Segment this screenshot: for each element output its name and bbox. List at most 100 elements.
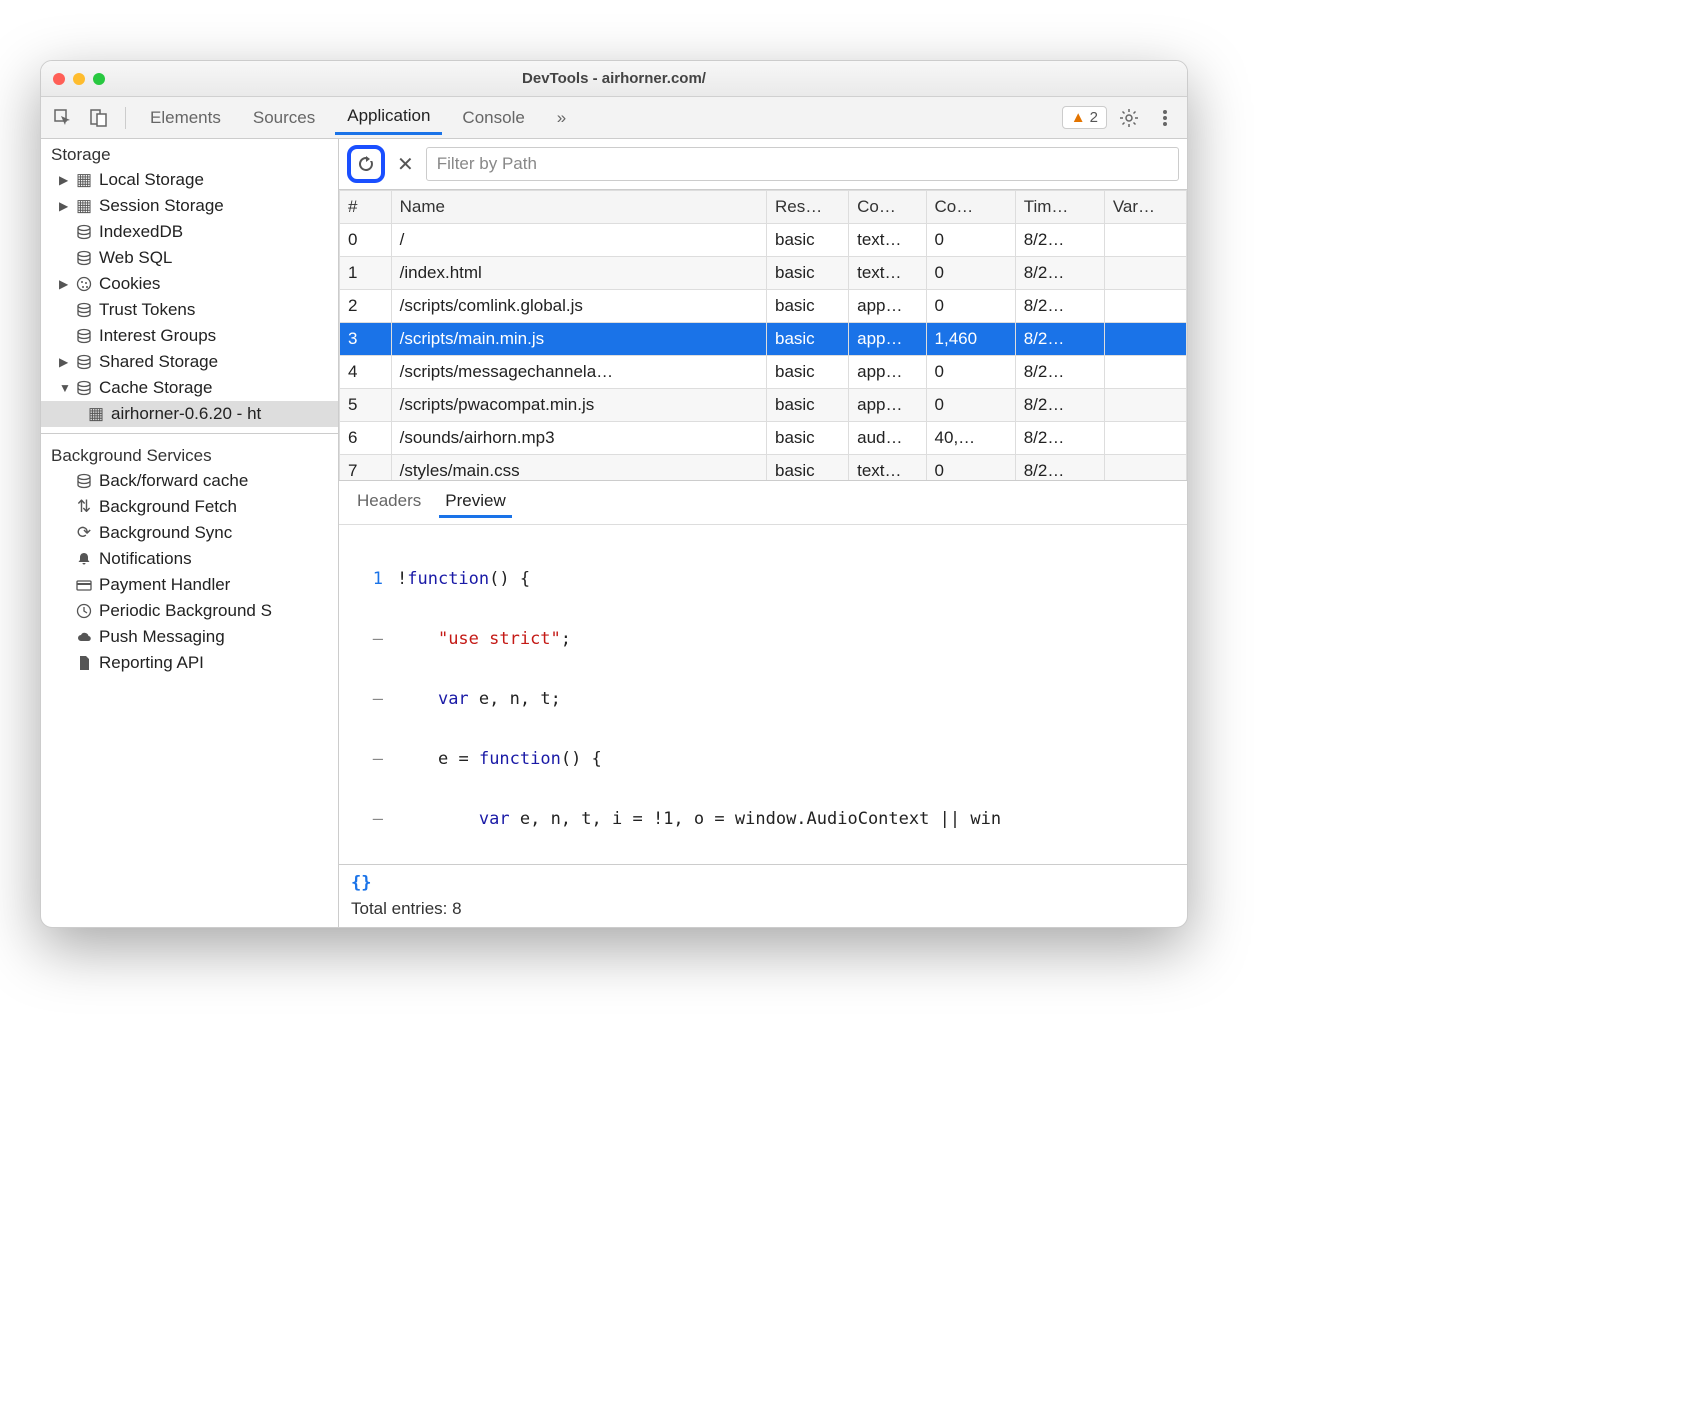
table-row[interactable]: 4/scripts/messagechannela…basicapp…08/2… bbox=[340, 356, 1187, 389]
col-time-cached[interactable]: Tim… bbox=[1015, 191, 1104, 224]
cell-idx: 0 bbox=[340, 224, 392, 257]
cell-var bbox=[1104, 257, 1186, 290]
cell-res: basic bbox=[767, 389, 849, 422]
cell-tc: 8/2… bbox=[1015, 389, 1104, 422]
db-icon bbox=[75, 301, 93, 319]
sidebar-item-indexeddb[interactable]: IndexedDB bbox=[41, 219, 338, 245]
sidebar-item-reporting[interactable]: Reporting API bbox=[41, 650, 338, 676]
detail-tabs: Headers Preview bbox=[339, 480, 1187, 525]
sidebar-item-local-storage[interactable]: ▶▦Local Storage bbox=[41, 167, 338, 193]
cell-idx: 2 bbox=[340, 290, 392, 323]
cell-idx: 3 bbox=[340, 323, 392, 356]
cell-name: /scripts/comlink.global.js bbox=[391, 290, 766, 323]
sidebar-item-web-sql[interactable]: Web SQL bbox=[41, 245, 338, 271]
tab-application[interactable]: Application bbox=[335, 100, 442, 135]
bell-icon bbox=[75, 550, 93, 568]
file-icon bbox=[75, 654, 93, 672]
cell-tc: 8/2… bbox=[1015, 257, 1104, 290]
cell-ct: app… bbox=[849, 389, 926, 422]
cell-ct: text… bbox=[849, 224, 926, 257]
cell-res: basic bbox=[767, 356, 849, 389]
sidebar-section-background: Background Services bbox=[41, 440, 338, 468]
table-row[interactable]: 6/sounds/airhorn.mp3basicaud…40,…8/2… bbox=[340, 422, 1187, 455]
sidebar-item-bfcache[interactable]: Back/forward cache bbox=[41, 468, 338, 494]
code-preview: 1!function() { – "use strict"; – var e, … bbox=[339, 525, 1187, 864]
cell-ct: text… bbox=[849, 455, 926, 481]
divider bbox=[41, 433, 338, 434]
cell-name: /styles/main.css bbox=[391, 455, 766, 481]
cell-idx: 7 bbox=[340, 455, 392, 481]
device-icon[interactable] bbox=[85, 104, 113, 132]
cell-var bbox=[1104, 323, 1186, 356]
tab-headers[interactable]: Headers bbox=[351, 487, 427, 518]
cell-cl: 0 bbox=[926, 389, 1015, 422]
cloud-icon bbox=[75, 628, 93, 646]
format-braces-button[interactable]: {} bbox=[351, 873, 1175, 893]
sidebar-item-cache-airhorner[interactable]: ▦airhorner-0.6.20 - ht bbox=[41, 401, 338, 427]
col-content-type[interactable]: Co… bbox=[849, 191, 926, 224]
refresh-button[interactable] bbox=[347, 145, 385, 183]
settings-gear-icon[interactable] bbox=[1115, 104, 1143, 132]
warning-count: 2 bbox=[1090, 109, 1098, 126]
sidebar-item-interest-groups[interactable]: Interest Groups bbox=[41, 323, 338, 349]
db-icon bbox=[75, 379, 93, 397]
sidebar: Storage ▶▦Local Storage ▶▦Session Storag… bbox=[41, 139, 339, 927]
table-row[interactable]: 1/index.htmlbasictext…08/2… bbox=[340, 257, 1187, 290]
main-pane: ✕ # Name Res… Co… Co… Tim… Var… 0/basict… bbox=[339, 139, 1187, 927]
cell-res: basic bbox=[767, 323, 849, 356]
cell-tc: 8/2… bbox=[1015, 323, 1104, 356]
tab-sources[interactable]: Sources bbox=[241, 102, 327, 134]
cell-name: /scripts/messagechannela… bbox=[391, 356, 766, 389]
refresh-icon bbox=[355, 153, 377, 175]
col-idx[interactable]: # bbox=[340, 191, 392, 224]
cell-res: basic bbox=[767, 422, 849, 455]
window-title: DevTools - airhorner.com/ bbox=[41, 70, 1187, 87]
clear-button[interactable]: ✕ bbox=[393, 152, 418, 177]
main-toolbar: Elements Sources Application Console » ▲… bbox=[41, 97, 1187, 139]
sidebar-item-cache-storage[interactable]: ▼Cache Storage bbox=[41, 375, 338, 401]
tabs-overflow[interactable]: » bbox=[545, 102, 578, 134]
sidebar-item-payment[interactable]: Payment Handler bbox=[41, 572, 338, 598]
sidebar-item-periodic-sync[interactable]: Periodic Background S bbox=[41, 598, 338, 624]
warnings-badge[interactable]: ▲ 2 bbox=[1062, 106, 1107, 129]
table-row[interactable]: 2/scripts/comlink.global.jsbasicapp…08/2… bbox=[340, 290, 1187, 323]
sidebar-item-notifications[interactable]: Notifications bbox=[41, 546, 338, 572]
footer: {} Total entries: 8 bbox=[339, 864, 1187, 927]
tab-console[interactable]: Console bbox=[450, 102, 536, 134]
devtools-window: DevTools - airhorner.com/ Elements Sourc… bbox=[40, 60, 1188, 928]
cell-idx: 1 bbox=[340, 257, 392, 290]
db-icon bbox=[75, 249, 93, 267]
table-icon: ▦ bbox=[75, 197, 93, 215]
sidebar-item-cookies[interactable]: ▶Cookies bbox=[41, 271, 338, 297]
col-response[interactable]: Res… bbox=[767, 191, 849, 224]
table-row[interactable]: 3/scripts/main.min.jsbasicapp…1,4608/2… bbox=[340, 323, 1187, 356]
sidebar-item-push[interactable]: Push Messaging bbox=[41, 624, 338, 650]
table-row[interactable]: 5/scripts/pwacompat.min.jsbasicapp…08/2… bbox=[340, 389, 1187, 422]
sidebar-item-shared-storage[interactable]: ▶Shared Storage bbox=[41, 349, 338, 375]
cell-res: basic bbox=[767, 290, 849, 323]
db-icon bbox=[75, 327, 93, 345]
filter-input[interactable] bbox=[426, 147, 1179, 181]
col-content-length[interactable]: Co… bbox=[926, 191, 1015, 224]
cell-name: /scripts/main.min.js bbox=[391, 323, 766, 356]
sidebar-item-bg-fetch[interactable]: ⇅Background Fetch bbox=[41, 494, 338, 520]
code-line: !function() { bbox=[397, 569, 1187, 589]
table-row[interactable]: 0/basictext…08/2… bbox=[340, 224, 1187, 257]
col-name[interactable]: Name bbox=[391, 191, 766, 224]
sidebar-item-trust-tokens[interactable]: Trust Tokens bbox=[41, 297, 338, 323]
cell-cl: 40,… bbox=[926, 422, 1015, 455]
cache-table-wrap: # Name Res… Co… Co… Tim… Var… 0/basictex… bbox=[339, 190, 1187, 480]
tab-preview[interactable]: Preview bbox=[439, 487, 511, 518]
sidebar-item-bg-sync[interactable]: ⟳Background Sync bbox=[41, 520, 338, 546]
inspect-icon[interactable] bbox=[49, 104, 77, 132]
tab-elements[interactable]: Elements bbox=[138, 102, 233, 134]
table-row[interactable]: 7/styles/main.cssbasictext…08/2… bbox=[340, 455, 1187, 481]
col-vary[interactable]: Var… bbox=[1104, 191, 1186, 224]
separator bbox=[125, 107, 126, 129]
total-entries: Total entries: 8 bbox=[351, 899, 1175, 919]
more-icon[interactable] bbox=[1151, 104, 1179, 132]
cell-res: basic bbox=[767, 455, 849, 481]
cell-idx: 4 bbox=[340, 356, 392, 389]
db-icon bbox=[75, 223, 93, 241]
sidebar-item-session-storage[interactable]: ▶▦Session Storage bbox=[41, 193, 338, 219]
